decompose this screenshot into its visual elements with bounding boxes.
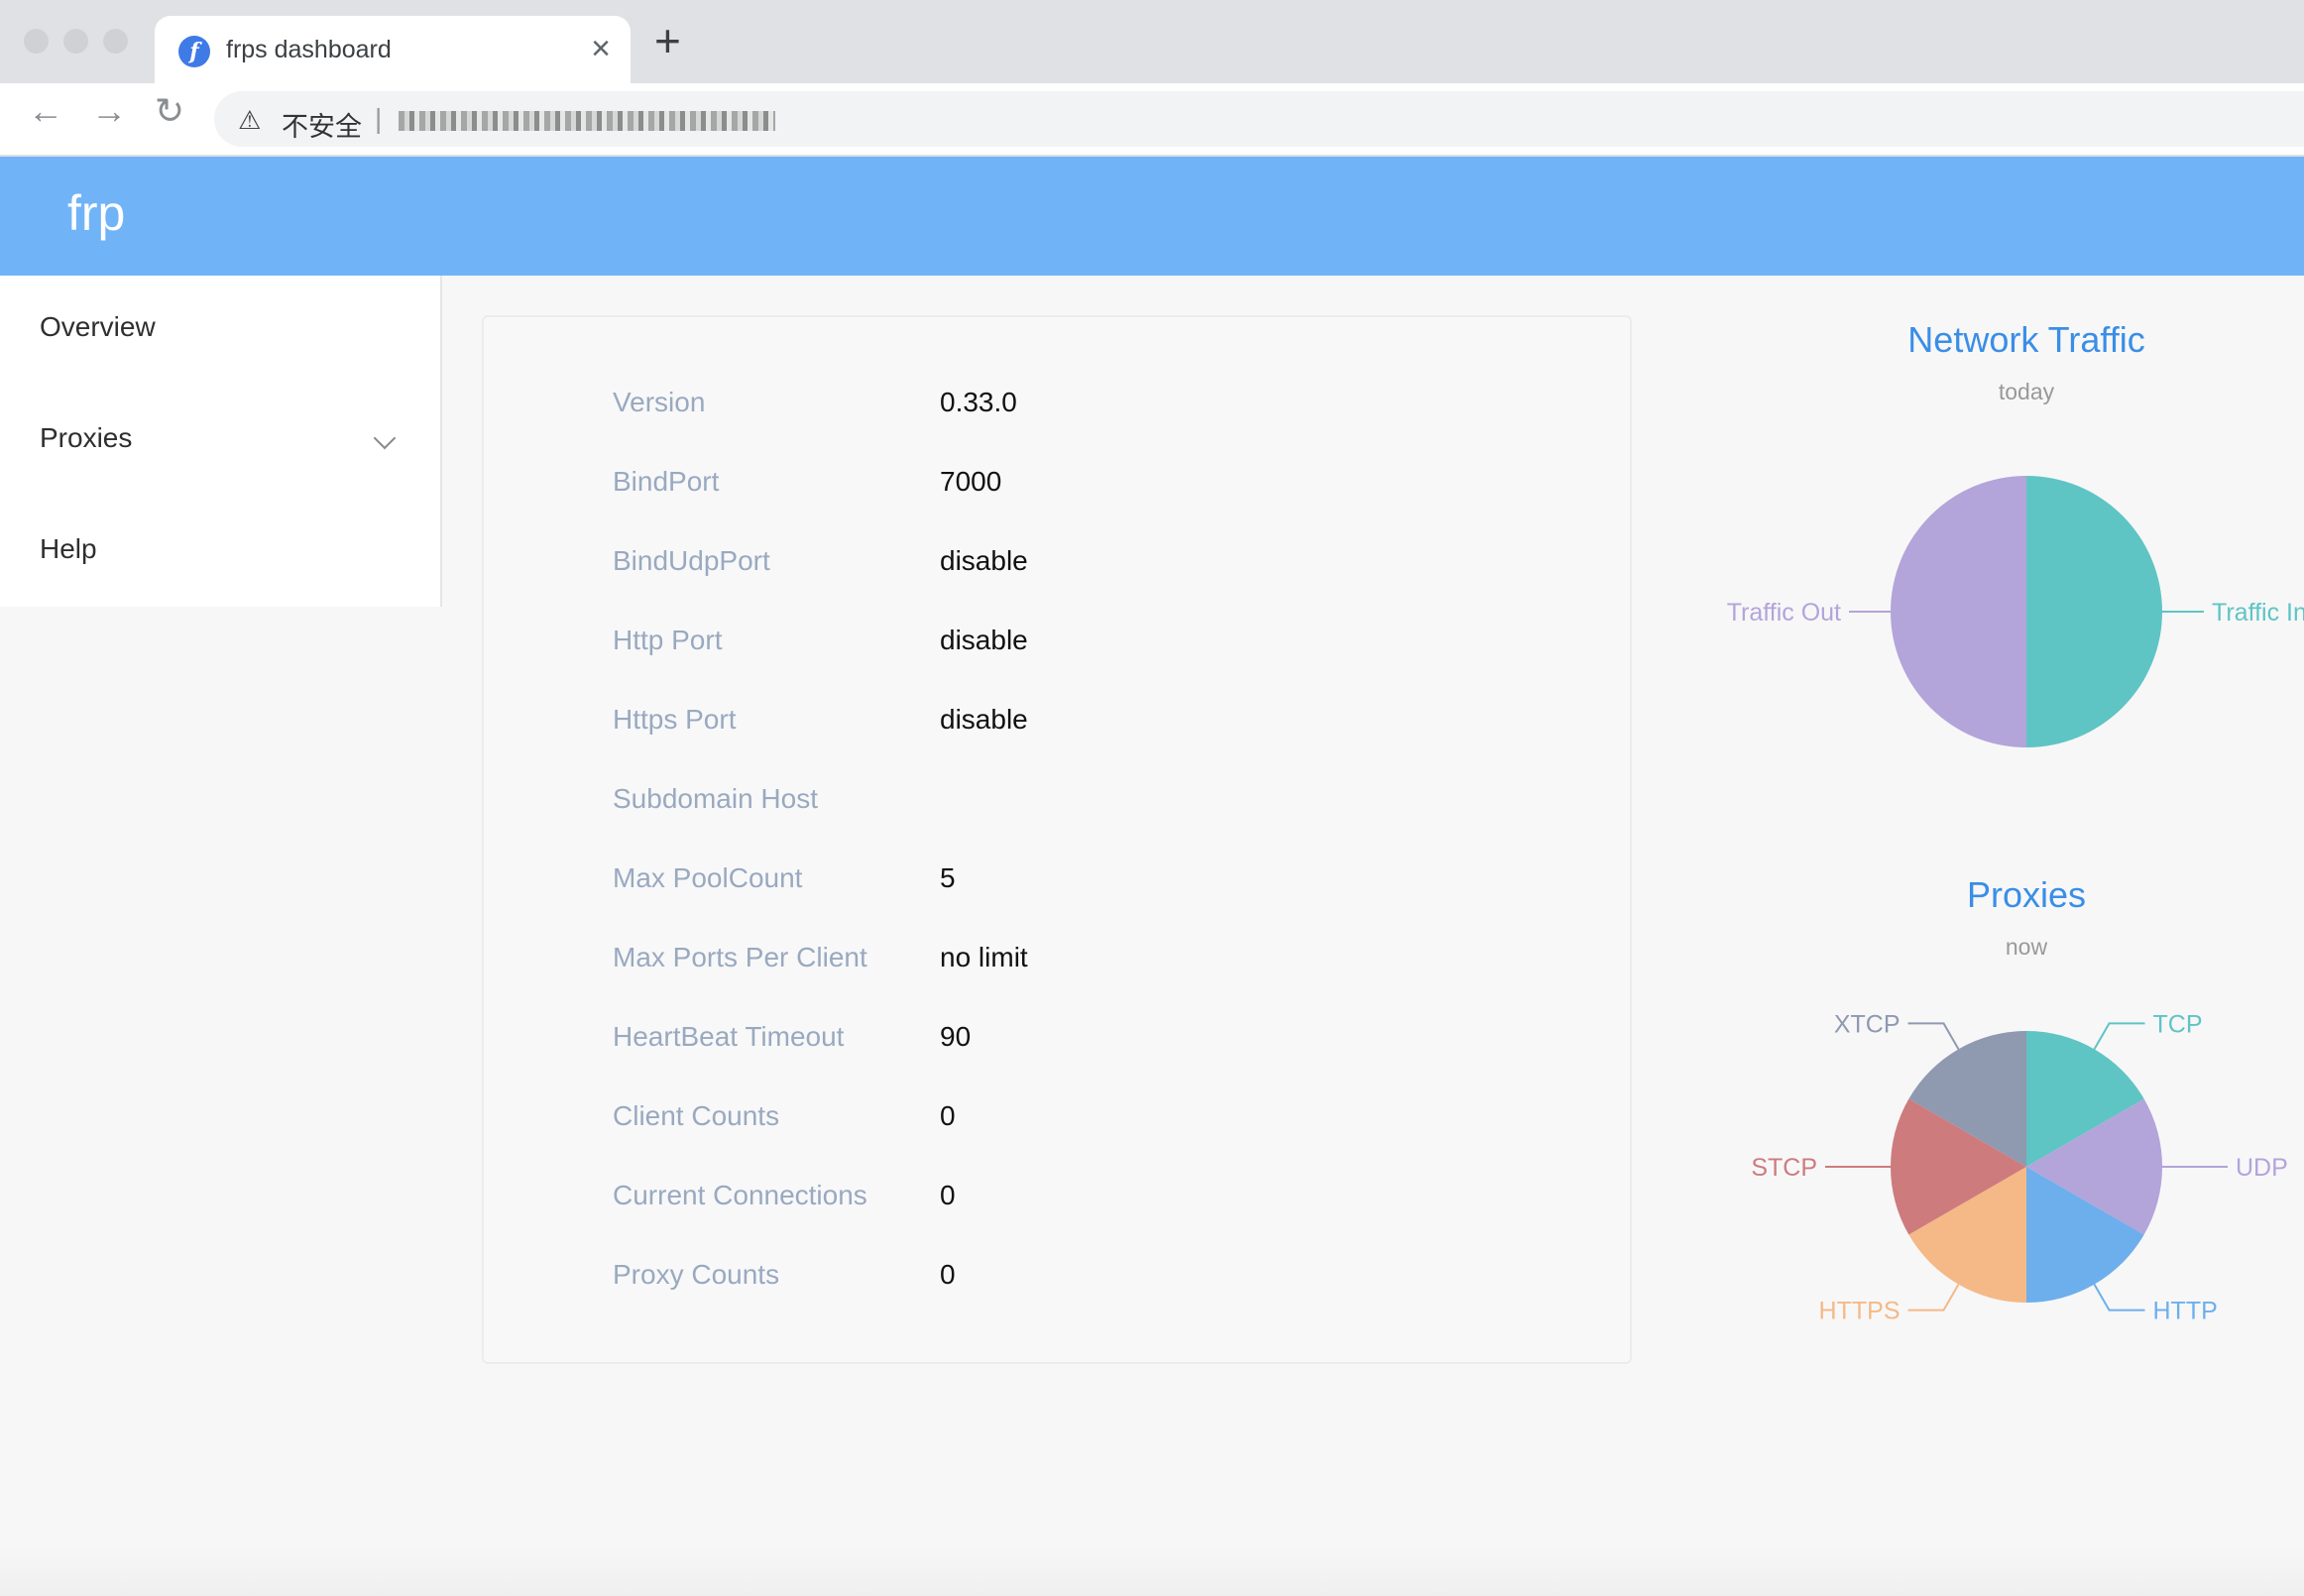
charts-canvas: Traffic In Traffic Out TCP UDP HTTP HTTPS STCP… bbox=[1727, 476, 2304, 1325]
close-icon[interactable]: × bbox=[591, 30, 611, 68]
new-tab-icon[interactable]: + bbox=[654, 18, 681, 63]
pie-label-udp: UDP bbox=[2236, 1154, 2288, 1182]
pie-slice-traffic-in[interactable] bbox=[2026, 476, 2162, 747]
pie-slice-traffic-out[interactable] bbox=[1891, 476, 2026, 747]
label-line-https bbox=[1907, 1284, 1960, 1311]
back-arrow-icon[interactable]: ← bbox=[28, 93, 63, 129]
redacted-url bbox=[399, 111, 775, 131]
app-header: frp bbox=[0, 157, 2304, 276]
label-line-tcp bbox=[2093, 1022, 2145, 1050]
address-bar[interactable]: ⚠ 不安全 | bbox=[214, 91, 2304, 147]
favicon-icon: f bbox=[178, 36, 210, 67]
label-line-xtcp bbox=[1907, 1022, 1960, 1050]
window-close-dot[interactable] bbox=[24, 29, 49, 54]
tab-title: frps dashboard bbox=[226, 36, 392, 63]
pie-label-http: HTTP bbox=[2153, 1298, 2218, 1325]
page-bottom bbox=[0, 1546, 2304, 1596]
browser-tab[interactable]: f frps dashboard × bbox=[155, 16, 631, 83]
page-content: Overview Proxies Help Version 0.33.0 Bin… bbox=[0, 276, 2304, 1596]
pie-label-tcp: TCP bbox=[2153, 1010, 2203, 1038]
pie-label-traffic-in: Traffic In bbox=[2212, 599, 2304, 627]
pie-label-xtcp: XTCP bbox=[1834, 1010, 1901, 1038]
label-line-http bbox=[2093, 1284, 2145, 1311]
pie-label-stcp: STCP bbox=[1751, 1154, 1817, 1182]
browser-tab-strip: f frps dashboard × + bbox=[0, 0, 2304, 83]
pie-label-traffic-out: Traffic Out bbox=[1727, 599, 1841, 627]
pie-label-https: HTTPS bbox=[1819, 1298, 1901, 1325]
window-minimize-dot[interactable] bbox=[63, 29, 88, 54]
warning-icon[interactable]: ⚠ bbox=[238, 105, 261, 136]
brand-logo[interactable]: frp bbox=[67, 184, 125, 242]
security-label: 不安全 bbox=[282, 112, 362, 142]
window-zoom-dot[interactable] bbox=[103, 29, 128, 54]
forward-arrow-icon[interactable]: → bbox=[91, 93, 127, 129]
browser-toolbar: ← → ↻ ⚠ 不安全 | bbox=[0, 83, 2304, 157]
url-separator: | bbox=[375, 103, 383, 134]
reload-icon[interactable]: ↻ bbox=[155, 93, 184, 129]
